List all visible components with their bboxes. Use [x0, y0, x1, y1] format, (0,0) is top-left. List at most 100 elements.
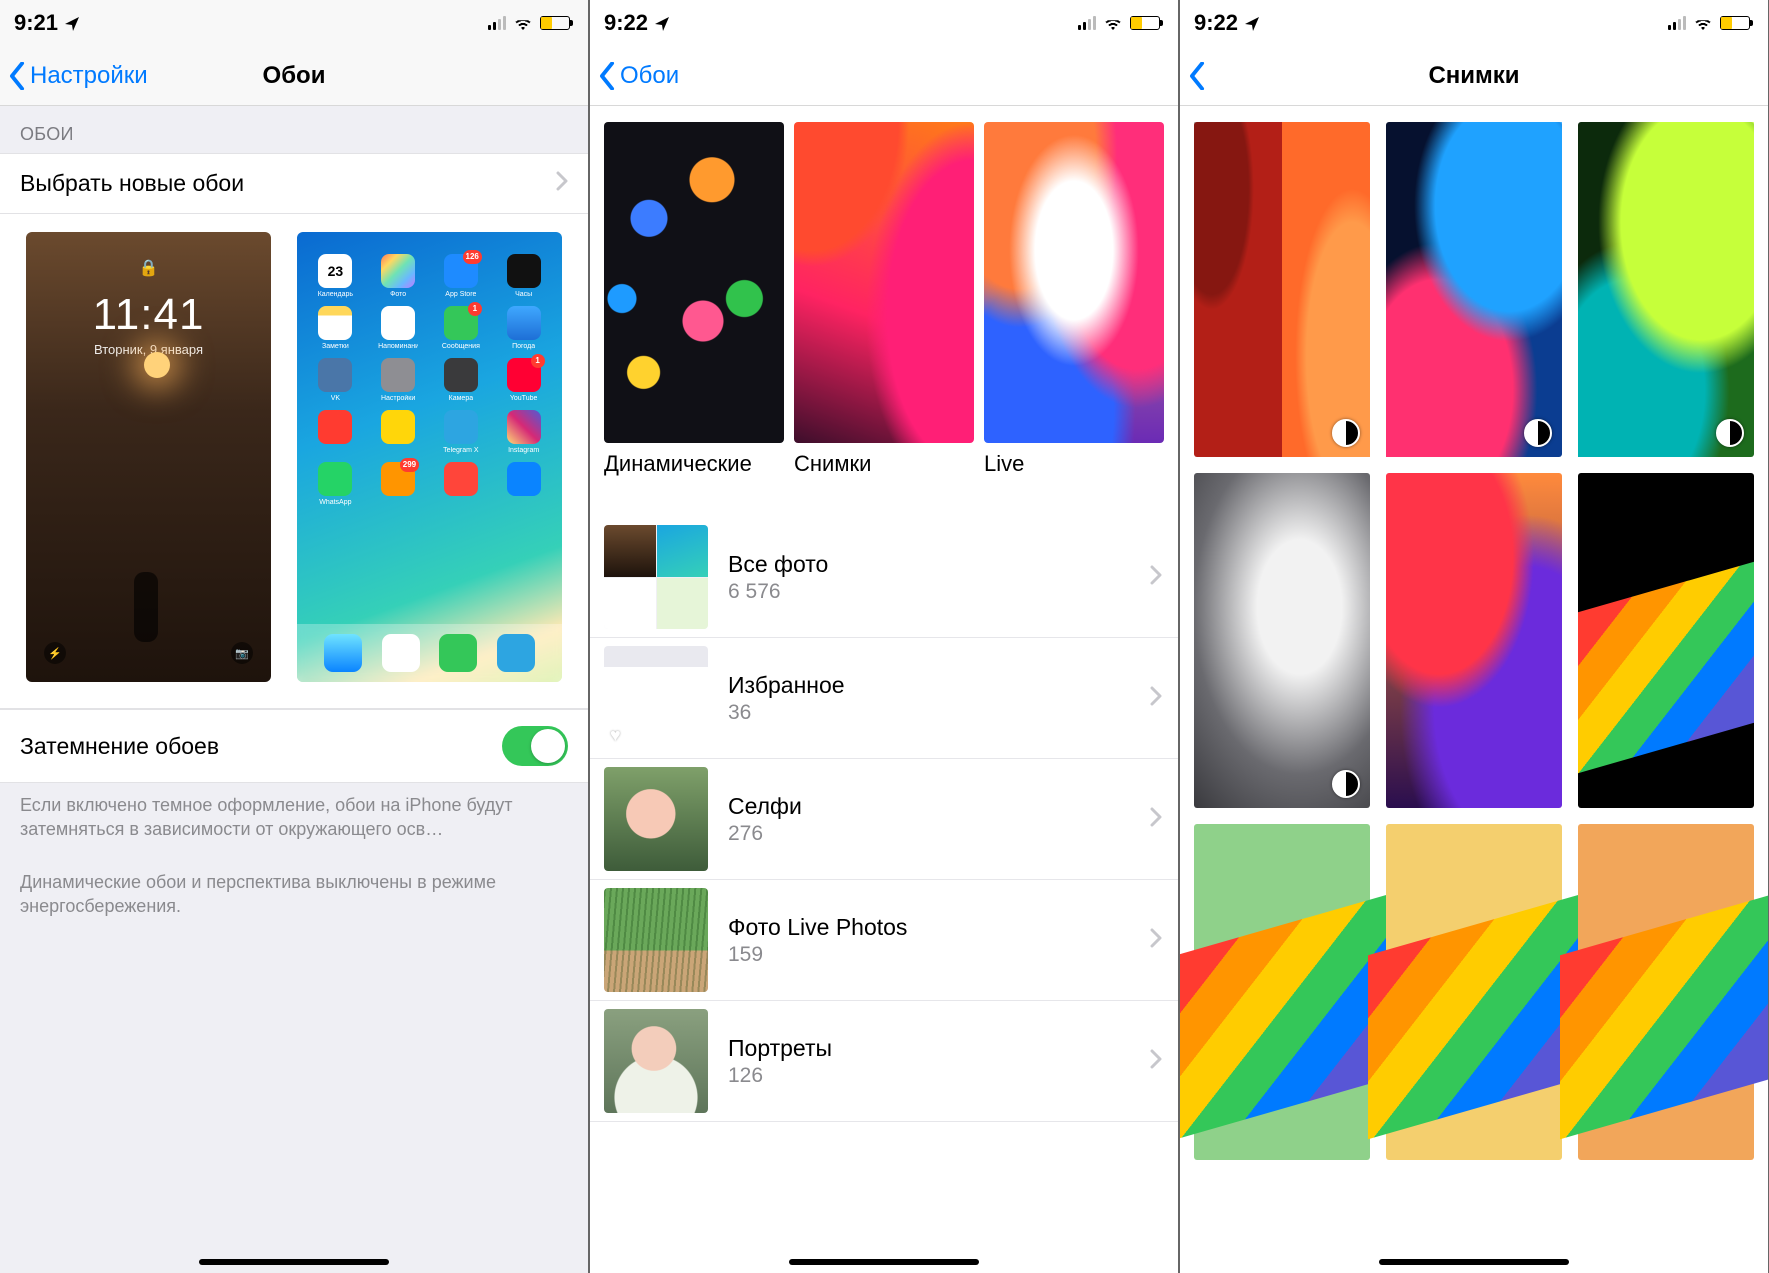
album-count: 276: [728, 822, 1164, 846]
app-icon: 23Календарь: [307, 254, 364, 298]
category-stills[interactable]: Снимки: [794, 122, 974, 477]
album-thumb: [604, 888, 708, 992]
category-dynamic[interactable]: Динамические: [604, 122, 784, 477]
dock-app-icon: [439, 634, 477, 672]
status-bar: 9:21: [0, 0, 588, 46]
app-icon: Напоминания: [370, 306, 427, 350]
app-icon: VK: [307, 358, 364, 402]
dim-description: Если включено темное оформление, обои на…: [0, 783, 588, 842]
wallpaper-thumb[interactable]: [1194, 122, 1370, 457]
category-live-thumb: [984, 122, 1164, 443]
album-thumb: [604, 1009, 708, 1113]
status-time: 9:21: [14, 10, 58, 36]
status-bar: 9:22: [590, 0, 1178, 46]
wallpaper-thumb[interactable]: [1578, 824, 1754, 1159]
location-icon: [1244, 10, 1260, 36]
choose-wallpaper-row[interactable]: Выбрать новые обои: [0, 153, 588, 214]
location-icon: [654, 10, 670, 36]
dock-app-icon: [497, 634, 535, 672]
dock-app-icon: [382, 634, 420, 672]
battery-icon: [1130, 16, 1160, 30]
app-icon: Telegram X: [433, 410, 490, 454]
category-live-label: Live: [984, 451, 1164, 477]
status-time: 9:22: [1194, 10, 1238, 36]
darkmode-badge-icon: [1524, 419, 1552, 447]
app-icon: [433, 462, 490, 506]
wifi-icon: [1104, 16, 1122, 30]
album-thumb: [604, 646, 708, 750]
wallpaper-grid: [1180, 106, 1768, 1176]
nav-bar: Настройки Обои: [0, 46, 588, 106]
app-icon: Настройки: [370, 358, 427, 402]
wallpaper-thumb[interactable]: [1578, 473, 1754, 808]
album-row[interactable]: Все фото6 576: [590, 517, 1178, 638]
app-icon: Погода: [495, 306, 552, 350]
chevron-right-icon: [1150, 686, 1162, 711]
photo-albums-list: Все фото6 576Избранное36Селфи276Фото Liv…: [590, 517, 1178, 1122]
screen-choose-wallpaper: 9:22 Обои Динамические: [590, 0, 1178, 1273]
darkmode-badge-icon: [1332, 419, 1360, 447]
album-row[interactable]: Фото Live Photos159: [590, 880, 1178, 1001]
app-icon: 1Сообщения: [433, 306, 490, 350]
battery-icon: [540, 16, 570, 30]
dim-wallpaper-toggle[interactable]: [502, 726, 568, 766]
album-thumb: [604, 525, 708, 629]
section-header-wallpaper: ОБОИ: [0, 106, 588, 153]
choose-wallpaper-label: Выбрать новые обои: [20, 170, 244, 197]
status-time: 9:22: [604, 10, 648, 36]
album-title: Портреты: [728, 1035, 1164, 1062]
album-title: Все фото: [728, 551, 1164, 578]
wallpaper-thumb[interactable]: [1194, 473, 1370, 808]
wallpaper-thumb[interactable]: [1386, 824, 1562, 1159]
flashlight-icon: ⚡: [44, 642, 66, 664]
back-button[interactable]: Обои: [598, 62, 679, 90]
album-title: Фото Live Photos: [728, 914, 1164, 941]
album-title: Избранное: [728, 672, 1164, 699]
category-dynamic-thumb: [604, 122, 784, 443]
cellular-icon: [1668, 16, 1686, 30]
nav-bar: Снимки: [1180, 46, 1768, 106]
chevron-right-icon: [1150, 1049, 1162, 1074]
category-live[interactable]: Live: [984, 122, 1164, 477]
lockscreen-preview[interactable]: 🔒 11:41 Вторник, 9 января ⚡ 📷: [26, 232, 271, 682]
app-icon: Фото: [370, 254, 427, 298]
app-icon: 299: [370, 462, 427, 506]
album-count: 159: [728, 943, 1164, 967]
home-indicator[interactable]: [789, 1259, 979, 1265]
album-row[interactable]: Избранное36: [590, 638, 1178, 759]
album-row[interactable]: Портреты126: [590, 1001, 1178, 1122]
screen-wallpaper-settings: 9:21 Настройки Обои ОБОИ Выбрать новые о…: [0, 0, 588, 1273]
cellular-icon: [488, 16, 506, 30]
album-title: Селфи: [728, 793, 1164, 820]
category-stills-thumb: [794, 122, 974, 443]
dock-app-icon: [324, 634, 362, 672]
back-button[interactable]: Настройки: [8, 62, 148, 90]
nav-title: Снимки: [1180, 62, 1768, 90]
wallpaper-categories: Динамические Снимки Live: [590, 106, 1178, 481]
dim-wallpaper-row: Затемнение обоев: [0, 709, 588, 783]
home-indicator[interactable]: [199, 1259, 389, 1265]
homescreen-preview[interactable]: 23КалендарьФото126App StoreЧасыЗаметкиНа…: [297, 232, 562, 682]
wallpaper-thumb[interactable]: [1386, 122, 1562, 457]
wallpaper-thumb[interactable]: [1386, 473, 1562, 808]
app-icon: 126App Store: [433, 254, 490, 298]
camera-icon: 📷: [231, 642, 253, 664]
screen-stills-grid: 9:22 Снимки: [1180, 0, 1768, 1273]
wallpaper-thumb[interactable]: [1194, 824, 1370, 1159]
app-icon: Камера: [433, 358, 490, 402]
chevron-right-icon: [1150, 928, 1162, 953]
album-count: 6 576: [728, 580, 1164, 604]
powersave-note: Динамические обои и перспектива выключен…: [0, 842, 588, 919]
back-button[interactable]: [1188, 62, 1210, 90]
category-stills-label: Снимки: [794, 451, 974, 477]
home-indicator[interactable]: [1379, 1259, 1569, 1265]
back-label: Обои: [620, 62, 679, 90]
chevron-right-icon: [1150, 807, 1162, 832]
wifi-icon: [1694, 16, 1712, 30]
lock-icon: 🔒: [139, 258, 159, 278]
chevron-right-icon: [556, 170, 568, 197]
wallpaper-thumb[interactable]: [1578, 122, 1754, 457]
status-bar: 9:22: [1180, 0, 1768, 46]
album-row[interactable]: Селфи276: [590, 759, 1178, 880]
app-icon: 1YouTube: [495, 358, 552, 402]
